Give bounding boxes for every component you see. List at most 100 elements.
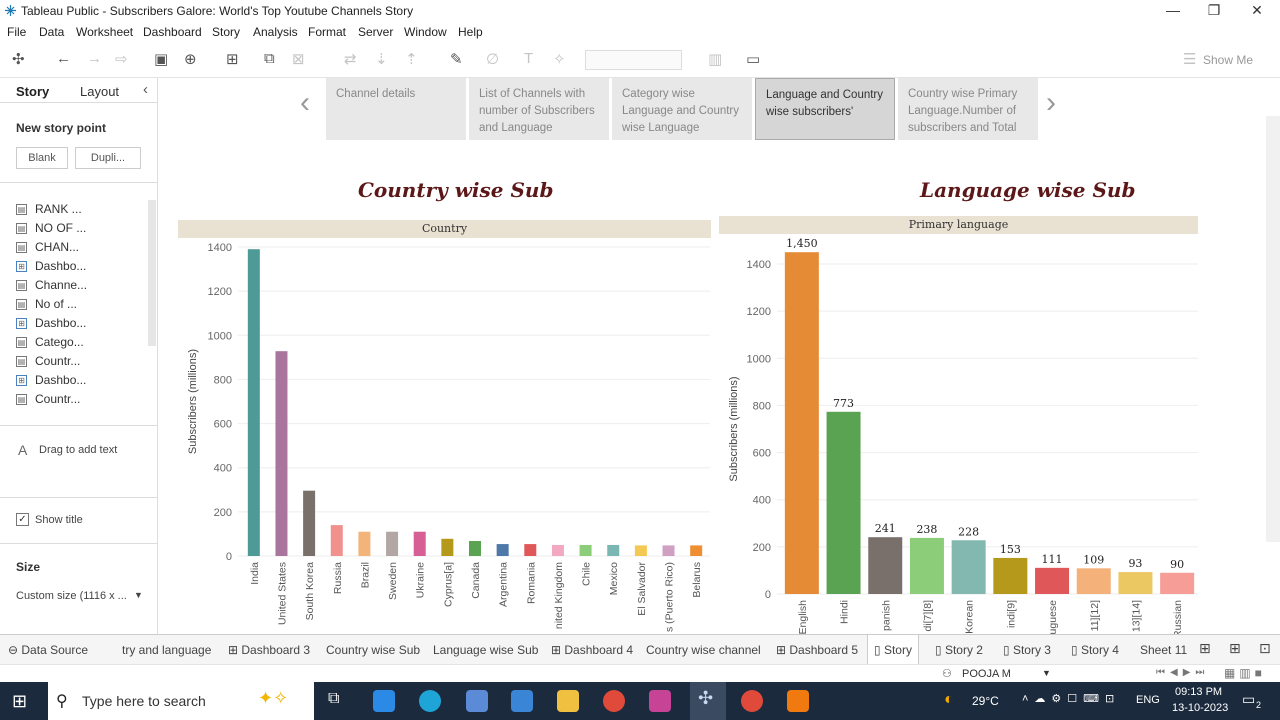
show-cards-icon[interactable]: ▥: [708, 50, 722, 68]
save-icon[interactable]: ▣: [154, 50, 168, 68]
fit-dropdown[interactable]: [585, 50, 682, 70]
menu-data[interactable]: Data: [39, 25, 64, 39]
tab-layout[interactable]: Layout: [80, 84, 119, 99]
chevron-down-icon[interactable]: ▼: [134, 590, 143, 600]
microsoft-store-icon[interactable]: [373, 690, 395, 712]
country-bar-chart[interactable]: 0 200 400 600 800 1000 1200 1400 Subscribers (mi…: [178, 238, 712, 634]
clear-sheet-icon[interactable]: ⊠: [292, 50, 305, 68]
edge-icon[interactable]: [419, 690, 441, 712]
new-datasource-icon[interactable]: ⊕: [184, 50, 197, 68]
windows-start-icon[interactable]: ⊞: [12, 691, 27, 712]
sheet-item[interactable]: ▤ No of ...: [16, 297, 77, 311]
sheet-item[interactable]: ▤ Channe...: [16, 278, 87, 292]
temperature[interactable]: 29°C: [972, 694, 999, 708]
attach-icon[interactable]: ∅: [486, 50, 499, 68]
duplicate-sheet-icon[interactable]: ⧉: [264, 50, 275, 67]
wps-office-icon[interactable]: [649, 690, 671, 712]
sheet-tab[interactable]: Country wise Sub: [326, 643, 420, 657]
new-story-icon[interactable]: ⊡: [1259, 640, 1271, 657]
file-explorer-icon[interactable]: [557, 690, 579, 712]
replay-icon[interactable]: ⇨: [115, 50, 128, 68]
tab-story[interactable]: Story: [16, 84, 49, 99]
sheet-navigation-icon[interactable]: ⏮◀▶⏭: [1156, 667, 1209, 678]
chrome-icon[interactable]: [603, 690, 625, 712]
story-next-icon[interactable]: ›: [1046, 88, 1056, 118]
data-source-tab[interactable]: ⊖ Data Source: [8, 643, 88, 657]
vlc-icon[interactable]: [787, 690, 809, 712]
input-language[interactable]: ENG: [1136, 694, 1160, 706]
blank-button[interactable]: Blank: [16, 147, 68, 169]
sheet-tab[interactable]: Sheet 11: [1140, 643, 1187, 657]
sheet-tab[interactable]: ▯ Story 3: [1003, 643, 1051, 657]
taskbar-search[interactable]: ⚲ Type here to search ✦✧: [48, 682, 314, 720]
minimize-button[interactable]: —: [1158, 2, 1188, 20]
story-point-2[interactable]: List of Channels with number of Subscrib…: [469, 78, 609, 140]
duplicate-button[interactable]: Dupli...: [75, 147, 141, 169]
user-menu-chevron-icon[interactable]: ▼: [1042, 668, 1051, 678]
pin-icon[interactable]: ✧: [553, 50, 566, 68]
app-icon[interactable]: [466, 690, 488, 712]
menu-help[interactable]: Help: [458, 25, 483, 39]
tableau-taskbar-button[interactable]: ✣: [690, 682, 726, 720]
sheet-tab[interactable]: Country wise channel: [646, 643, 761, 657]
show-title-checkbox[interactable]: ✓: [16, 513, 29, 526]
sheet-tab[interactable]: ⊞ Dashboard 3: [228, 643, 310, 657]
highlight-icon[interactable]: ✎: [450, 50, 463, 68]
menu-analysis[interactable]: Analysis: [253, 25, 298, 39]
menu-server[interactable]: Server: [358, 25, 393, 39]
redo-icon[interactable]: →: [87, 50, 102, 67]
sheet-list-scrollbar[interactable]: [148, 200, 156, 346]
sheet-item[interactable]: ▤ Catego...: [16, 335, 84, 349]
menu-window[interactable]: Window: [404, 25, 447, 39]
sheet-item[interactable]: ▤ Countr...: [16, 354, 80, 368]
show-me-icon[interactable]: ☰: [1183, 50, 1196, 68]
system-tray-icons[interactable]: ˄☁⚙☐⌨⊡: [1022, 692, 1120, 705]
menu-worksheet[interactable]: Worksheet: [76, 25, 133, 39]
sheet-item[interactable]: ▤ Countr...: [16, 392, 80, 406]
sheet-tab[interactable]: Language wise Sub: [433, 643, 538, 657]
story-prev-icon[interactable]: ‹: [300, 88, 310, 118]
sheet-item[interactable]: ▤ CHAN...: [16, 240, 79, 254]
text-icon[interactable]: T: [524, 50, 533, 67]
story-point-1[interactable]: Channel details: [326, 78, 466, 140]
clock-time[interactable]: 09:13 PM: [1175, 686, 1222, 698]
notification-icon[interactable]: ▭: [1242, 691, 1255, 708]
clock-date[interactable]: 13-10-2023: [1172, 702, 1228, 714]
show-me-button[interactable]: Show Me: [1203, 53, 1253, 67]
mail-icon[interactable]: [511, 690, 533, 712]
new-sheet-icon[interactable]: ⊞: [226, 50, 239, 68]
tableau-home-icon[interactable]: ✣: [12, 50, 25, 68]
sheet-item[interactable]: ⊞ Dashbo...: [16, 316, 86, 330]
size-dropdown[interactable]: Custom size (1116 x ...: [16, 590, 127, 602]
task-view-icon[interactable]: ⧉: [328, 690, 339, 708]
sort-ascending-icon[interactable]: ⇣: [375, 50, 388, 68]
canvas-scrollbar[interactable]: [1266, 116, 1280, 542]
menu-story[interactable]: Story: [212, 25, 240, 39]
story-point-4-active[interactable]: Language and Country wise subscribers': [755, 78, 895, 140]
menu-dashboard[interactable]: Dashboard: [143, 25, 202, 39]
presentation-mode-icon[interactable]: ▭: [746, 50, 760, 68]
chrome-profile-icon[interactable]: [741, 690, 763, 712]
drag-to-add-text[interactable]: Drag to add text: [39, 444, 117, 456]
view-mode-icon[interactable]: ▦▥■: [1224, 666, 1266, 680]
swap-icon[interactable]: ⇄: [344, 50, 357, 68]
user-name[interactable]: POOJA M: [962, 668, 1011, 680]
menu-file[interactable]: File: [7, 25, 26, 39]
collapse-panel-icon[interactable]: ‹: [143, 81, 148, 98]
sheet-item[interactable]: ▤ NO OF ...: [16, 221, 86, 235]
sheet-item[interactable]: ⊞ Dashbo...: [16, 373, 86, 387]
new-dashboard-icon[interactable]: ⊞: [1229, 640, 1241, 657]
sheet-item[interactable]: ▤ RANK ...: [16, 202, 82, 216]
sheet-tab[interactable]: ▯ Story 2: [935, 643, 983, 657]
sheet-tab-active[interactable]: ▯ Story: [867, 635, 919, 664]
story-point-3[interactable]: Category wise Language and Country wise …: [612, 78, 752, 140]
restore-button[interactable]: ❐: [1199, 2, 1229, 20]
new-worksheet-icon[interactable]: ⊞: [1199, 640, 1211, 657]
sheet-tab[interactable]: ⊞ Dashboard 4: [551, 643, 633, 657]
story-point-5[interactable]: Country wise Primary Language.Number of …: [898, 78, 1038, 140]
undo-icon[interactable]: ←: [56, 50, 71, 67]
sheet-tab[interactable]: ⊞ Dashboard 5: [776, 643, 858, 657]
sheet-tab[interactable]: ▯ Story 4: [1071, 643, 1119, 657]
menu-format[interactable]: Format: [308, 25, 346, 39]
sheet-tab[interactable]: try and language: [122, 643, 211, 657]
